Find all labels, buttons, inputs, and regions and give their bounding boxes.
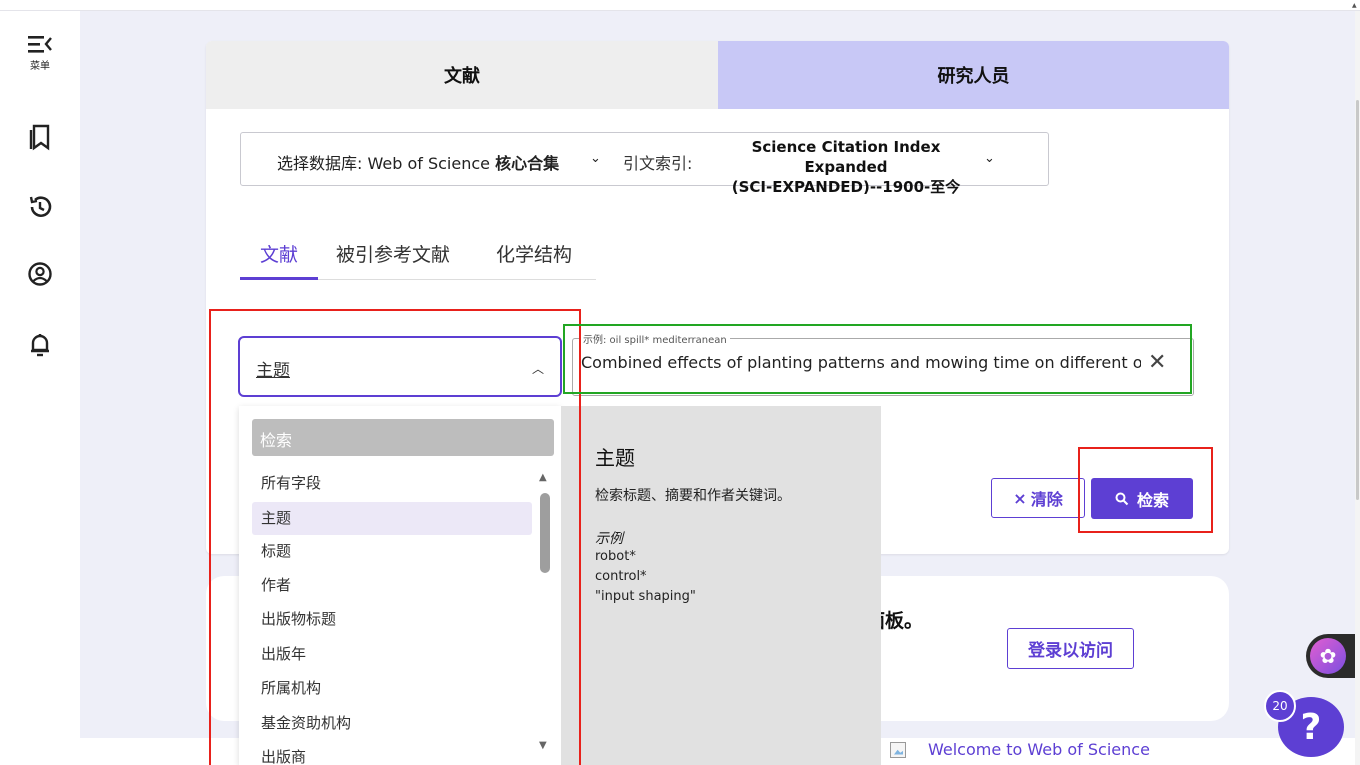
search-icon (1115, 492, 1129, 505)
dropdown-option[interactable]: 所属机构 (252, 672, 532, 705)
clear-query-icon[interactable]: ✕ (1148, 352, 1166, 374)
close-icon: × (1013, 488, 1027, 508)
menu-button[interactable]: 菜单 (0, 33, 80, 72)
broken-image-icon (890, 741, 906, 758)
scroll-up-icon[interactable]: ▲ (539, 472, 547, 483)
description-example: control* (595, 569, 647, 584)
citation-index-label: 引文索引: (623, 154, 693, 173)
description-text: 检索标题、摘要和作者关键词。 (595, 488, 791, 504)
welcome-text: Welcome to Web of Science (928, 740, 1150, 759)
dropdown-option[interactable]: 标题 (252, 535, 532, 568)
search-button-label: 检索 (1136, 490, 1169, 510)
tab-documents[interactable]: 文献 (206, 41, 718, 109)
dropdown-option-selected[interactable]: 主题 (252, 502, 532, 535)
query-example-legend: 示例: oil spill* mediterranean (580, 331, 730, 346)
dropdown-option[interactable]: 作者 (252, 569, 532, 602)
search-button[interactable]: 检索 (1091, 478, 1193, 519)
scroll-down-icon[interactable]: ▼ (539, 740, 547, 751)
history-icon (29, 196, 52, 217)
scroll-up-arrow-icon[interactable]: ▲ (1352, 2, 1357, 9)
description-example: robot* (595, 549, 636, 564)
top-tabs: 文献 研究人员 (206, 41, 1229, 109)
question-icon: ? (1300, 706, 1322, 748)
tab-researchers[interactable]: 研究人员 (718, 41, 1229, 109)
alerts-button[interactable] (0, 331, 80, 359)
citation-index-dropdown[interactable]: Science Citation Index Expanded (SCI-EXP… (711, 137, 981, 197)
history-button[interactable] (0, 194, 80, 220)
account-button[interactable] (0, 261, 80, 287)
tab-cited-references[interactable]: 被引参考文献 (336, 240, 450, 267)
ai-assistant-button[interactable]: ✿ (1306, 634, 1355, 678)
chevron-down-icon: ⌄ (984, 151, 995, 166)
dropdown-option[interactable]: 出版年 (252, 638, 532, 671)
dropdown-search-placeholder: 检索 (260, 431, 293, 450)
description-example: "input shaping" (595, 589, 696, 604)
brain-icon: ✿ (1310, 638, 1346, 674)
description-title: 主题 (595, 446, 635, 470)
tab-documents-search[interactable]: 文献 (260, 240, 298, 267)
menu-collapse-icon (28, 36, 52, 53)
tab-chemical-structure[interactable]: 化学结构 (496, 240, 572, 267)
login-button[interactable]: 登录以访问 (1007, 628, 1134, 669)
dropdown-search-input[interactable]: 检索 (252, 419, 554, 456)
chevron-down-icon: ⌄ (590, 151, 601, 166)
dropdown-option[interactable]: 出版商 (252, 741, 532, 765)
dropdown-option[interactable]: 所有字段 (252, 467, 532, 500)
search-field-value: 主题 (256, 361, 290, 381)
notification-badge: 20 (1264, 690, 1296, 722)
clear-button[interactable]: × 清除 (991, 478, 1085, 518)
dropdown-option[interactable]: 出版物标题 (252, 603, 532, 636)
database-label[interactable]: 选择数据库: Web of Science 核心合集 (277, 150, 559, 174)
active-tab-underline (240, 277, 318, 280)
dropdown-scrollbar-thumb[interactable] (540, 493, 550, 573)
chevron-up-icon: ︿ (532, 362, 545, 376)
bell-icon (31, 334, 49, 357)
welcome-link[interactable]: Welcome to Web of Science (890, 740, 1150, 759)
menu-label: 菜单 (30, 61, 50, 72)
left-sidebar: 菜单 (0, 11, 80, 765)
query-input-text[interactable]: Combined effects of planting patterns an… (581, 353, 1141, 372)
search-field-select[interactable]: 主题 ︿ (238, 336, 562, 397)
database-selector[interactable]: 选择数据库: Web of Science 核心合集 ⌄ 引文索引: Scien… (240, 132, 1049, 196)
page-scrollbar-thumb[interactable] (1356, 100, 1359, 500)
dropdown-option[interactable]: 基金资助机构 (252, 707, 532, 740)
search-type-tabs: 文献 被引参考文献 化学结构 (240, 228, 596, 280)
bookmark-icon (29, 124, 50, 151)
clear-button-label: 清除 (1030, 490, 1063, 509)
description-example-label: 示例 (595, 531, 623, 547)
marked-list-button[interactable] (0, 123, 80, 151)
account-icon (28, 262, 52, 286)
